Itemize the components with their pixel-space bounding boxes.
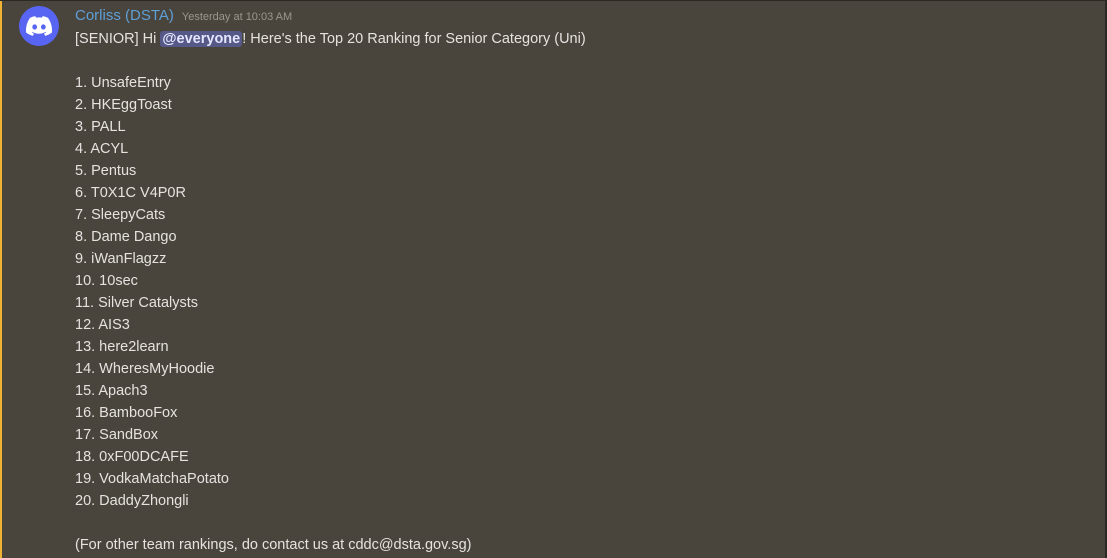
mention-highlight-bar xyxy=(0,1,2,558)
ranking-item: 3. PALL xyxy=(75,119,126,135)
ranking-item: 10. 10sec xyxy=(75,273,138,289)
intro-line: [SENIOR] Hi @everyone! Here's the Top 20… xyxy=(75,28,1085,50)
ranking-item: 20. DaddyZhongli xyxy=(75,493,189,509)
ranking-list: 1. UnsafeEntry 2. HKEggToast 3. PALL 4. ACY… xyxy=(75,72,1085,512)
ranking-item: 17. SandBox xyxy=(75,427,159,443)
ranking-item: 1. UnsafeEntry xyxy=(75,75,171,91)
ranking-item: 12. AIS3 xyxy=(75,317,130,333)
ranking-item: 19. VodkaMatchaPotato xyxy=(75,471,229,487)
ranking-item: 7. SleepyCats xyxy=(75,207,166,223)
chat-message: Corliss (DSTA) Yesterday at 10:03 AM [SE… xyxy=(0,0,1107,558)
everyone-mention[interactable]: @everyone xyxy=(160,31,243,47)
ranking-item: 8. Dame Dango xyxy=(75,229,177,245)
ranking-item: 15. Apach3 xyxy=(75,383,148,399)
ranking-item: 5. Pentus xyxy=(75,163,137,179)
intro-suffix: ! Here's the Top 20 Ranking for Senior C… xyxy=(242,31,586,47)
ranking-item: 13. here2learn xyxy=(75,339,169,355)
ranking-item: 4. ACYL xyxy=(75,141,129,157)
ranking-item: 9. iWanFlagzz xyxy=(75,251,167,267)
ranking-item: 11. Silver Catalysts xyxy=(75,295,199,311)
footer-note: (For other team rankings, do contact us … xyxy=(75,537,472,553)
ranking-item: 6. T0X1C V4P0R xyxy=(75,185,186,201)
message-content: [SENIOR] Hi @everyone! Here's the Top 20… xyxy=(75,28,1085,556)
timestamp: Yesterday at 10:03 AM xyxy=(181,11,293,23)
ranking-item: 14. WheresMyHoodie xyxy=(75,361,215,377)
message-header: Corliss (DSTA) Yesterday at 10:03 AM xyxy=(75,6,292,26)
avatar[interactable] xyxy=(19,6,59,46)
ranking-item: 16. BambooFox xyxy=(75,405,178,421)
ranking-item: 2. HKEggToast xyxy=(75,97,172,113)
discord-logo-icon xyxy=(26,16,52,36)
intro-prefix: [SENIOR] Hi xyxy=(75,31,161,47)
ranking-item: 18. 0xF00DCAFE xyxy=(75,449,189,465)
username[interactable]: Corliss (DSTA) xyxy=(75,6,174,26)
